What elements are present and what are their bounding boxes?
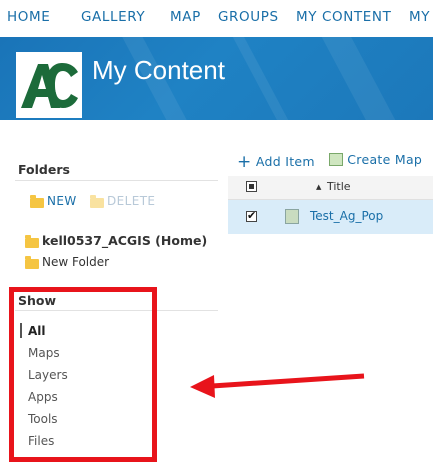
annotation-arrow bbox=[190, 373, 365, 398]
